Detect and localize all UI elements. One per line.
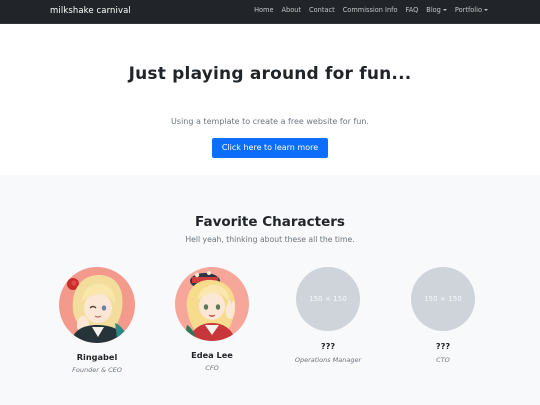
characters-title: Favorite Characters — [195, 214, 345, 230]
characters-section: Favorite Characters Hell yeah, thinking … — [0, 175, 540, 405]
character-role: Founder & CEO — [72, 366, 122, 374]
character-card-ringabel: Ringabel Founder & CEO — [47, 267, 147, 374]
nav-commission-info-link[interactable]: Commission Info — [343, 6, 398, 14]
nav-about-link[interactable]: About — [282, 6, 302, 14]
character-name: Ringabel — [76, 352, 118, 362]
nav-blog-dropdown[interactable]: Blog — [426, 6, 447, 14]
placeholder-size-label: 150 × 150 — [424, 295, 462, 303]
character-role: CFO — [205, 364, 219, 372]
nav-portfolio-label: Portfolio — [454, 6, 482, 14]
nav-portfolio-dropdown[interactable]: Portfolio — [455, 6, 488, 14]
hero-title: Just playing around for fun... — [128, 64, 412, 84]
top-navbar: milkshake carnival Home About Contact Co… — [0, 0, 540, 24]
character-name: ??? — [320, 341, 336, 351]
character-card-cto: 150 × 150 ??? CTO — [393, 267, 493, 364]
ringabel-avatar — [59, 267, 135, 343]
nav-menu: Home About Contact Commission Info FAQ B… — [254, 6, 488, 14]
avatar-placeholder: 150 × 150 — [411, 267, 475, 331]
nav-home-link[interactable]: Home — [254, 6, 273, 14]
character-name: Edea Lee — [191, 350, 233, 360]
hero-subtitle: Using a template to create a free websit… — [171, 117, 369, 126]
character-role: Operations Manager — [294, 356, 362, 364]
learn-more-button[interactable]: Click here to learn more — [212, 138, 328, 158]
nav-blog-label: Blog — [426, 6, 441, 14]
caret-down-icon — [442, 9, 447, 11]
placeholder-size-label: 150 × 150 — [309, 295, 347, 303]
character-role: CTO — [436, 356, 450, 364]
character-name: ??? — [435, 341, 451, 351]
nav-contact-link[interactable]: Contact — [309, 6, 335, 14]
hero-section: Just playing around for fun... Using a t… — [0, 24, 540, 175]
brand-link[interactable]: milkshake carnival — [50, 6, 131, 16]
character-card-operations-manager: 150 × 150 ??? Operations Manager — [278, 267, 378, 364]
characters-subtitle: Hell yeah, thinking about these all the … — [185, 235, 355, 244]
character-card-edea-lee: Edea Lee CFO — [162, 267, 262, 372]
avatar-placeholder: 150 × 150 — [296, 267, 360, 331]
edea-lee-avatar — [175, 267, 249, 341]
caret-down-icon — [484, 9, 488, 11]
nav-faq-link[interactable]: FAQ — [406, 6, 419, 14]
